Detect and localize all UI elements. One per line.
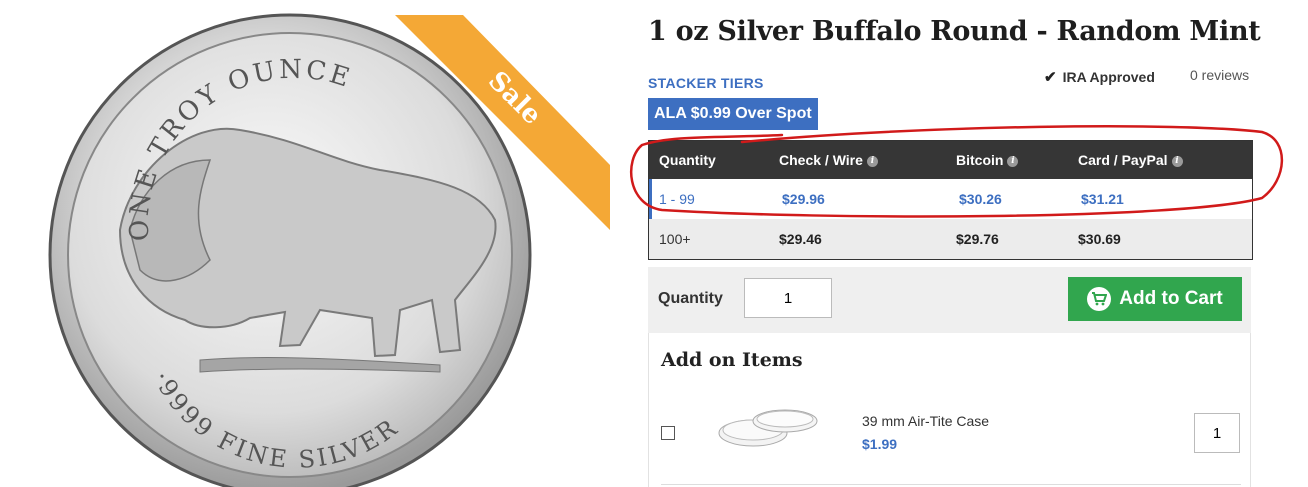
header-quantity: Quantity bbox=[659, 152, 716, 168]
info-icon[interactable]: i bbox=[1171, 155, 1183, 167]
sale-ribbon: Sale bbox=[395, 15, 610, 230]
cart-panel: Quantity Add to Cart Add on Items 39 mm … bbox=[648, 267, 1251, 487]
quantity-input[interactable] bbox=[744, 278, 832, 318]
header-bitcoin: Bitcoin i bbox=[946, 152, 1068, 168]
product-image[interactable]: ONE TROY OUNCE ·9999 FINE SILVER Sale bbox=[0, 0, 610, 487]
row-quantity: 1 - 99 bbox=[659, 191, 695, 207]
quantity-label: Quantity bbox=[658, 290, 723, 307]
row-card-price: $30.69 bbox=[1078, 231, 1121, 247]
row-card-price: $31.21 bbox=[1081, 191, 1124, 207]
header-card-paypal: Card / PayPal i bbox=[1068, 152, 1248, 168]
add-to-cart-label: Add to Cart bbox=[1119, 288, 1223, 309]
table-row: 1 - 99 $29.96 $30.26 $31.21 bbox=[649, 179, 1252, 219]
row-check-wire-price: $29.46 bbox=[779, 231, 822, 247]
price-table-header: Quantity Check / Wire i Bitcoin i Card / P… bbox=[649, 141, 1252, 179]
stacker-tiers-link[interactable]: STACKER TIERS bbox=[648, 75, 764, 91]
addon-item-price: $1.99 bbox=[862, 436, 898, 452]
header-card-paypal-label: Card / PayPal bbox=[1078, 152, 1168, 168]
checkmark-icon: ✔ bbox=[1044, 69, 1057, 86]
header-bitcoin-label: Bitcoin bbox=[956, 152, 1004, 168]
cart-icon bbox=[1087, 287, 1112, 311]
addon-section: Add on Items 39 mm Air-Tite Case $1.99 bbox=[648, 333, 1251, 487]
ira-label: IRA Approved bbox=[1062, 69, 1155, 85]
reviews-link[interactable]: 0 reviews bbox=[1190, 67, 1249, 83]
addon-item-name[interactable]: 39 mm Air-Tite Case bbox=[862, 413, 989, 429]
ira-approved: ✔ IRA Approved bbox=[1044, 68, 1155, 86]
product-title: 1 oz Silver Buffalo Round - Random Mint bbox=[648, 16, 1261, 47]
tier-pill: ALA $0.99 Over Spot bbox=[648, 98, 818, 130]
add-to-cart-button[interactable]: Add to Cart bbox=[1068, 277, 1242, 321]
divider bbox=[661, 484, 1241, 485]
addon-quantity-input[interactable] bbox=[1194, 413, 1240, 453]
header-check-wire: Check / Wire i bbox=[769, 152, 946, 168]
info-icon[interactable]: i bbox=[866, 155, 878, 167]
row-check-wire-price: $29.96 bbox=[782, 191, 825, 207]
row-bitcoin-price: $30.26 bbox=[959, 191, 1002, 207]
table-row: 100+ $29.46 $29.76 $30.69 bbox=[649, 219, 1252, 259]
price-table: Quantity Check / Wire i Bitcoin i Card / P… bbox=[648, 140, 1253, 260]
air-tite-case-image bbox=[718, 409, 818, 447]
row-quantity: 100+ bbox=[659, 231, 691, 247]
row-bitcoin-price: $29.76 bbox=[956, 231, 999, 247]
addon-title: Add on Items bbox=[661, 349, 803, 371]
info-icon[interactable]: i bbox=[1007, 155, 1019, 167]
addon-checkbox[interactable] bbox=[661, 426, 675, 440]
header-check-wire-label: Check / Wire bbox=[779, 152, 863, 168]
